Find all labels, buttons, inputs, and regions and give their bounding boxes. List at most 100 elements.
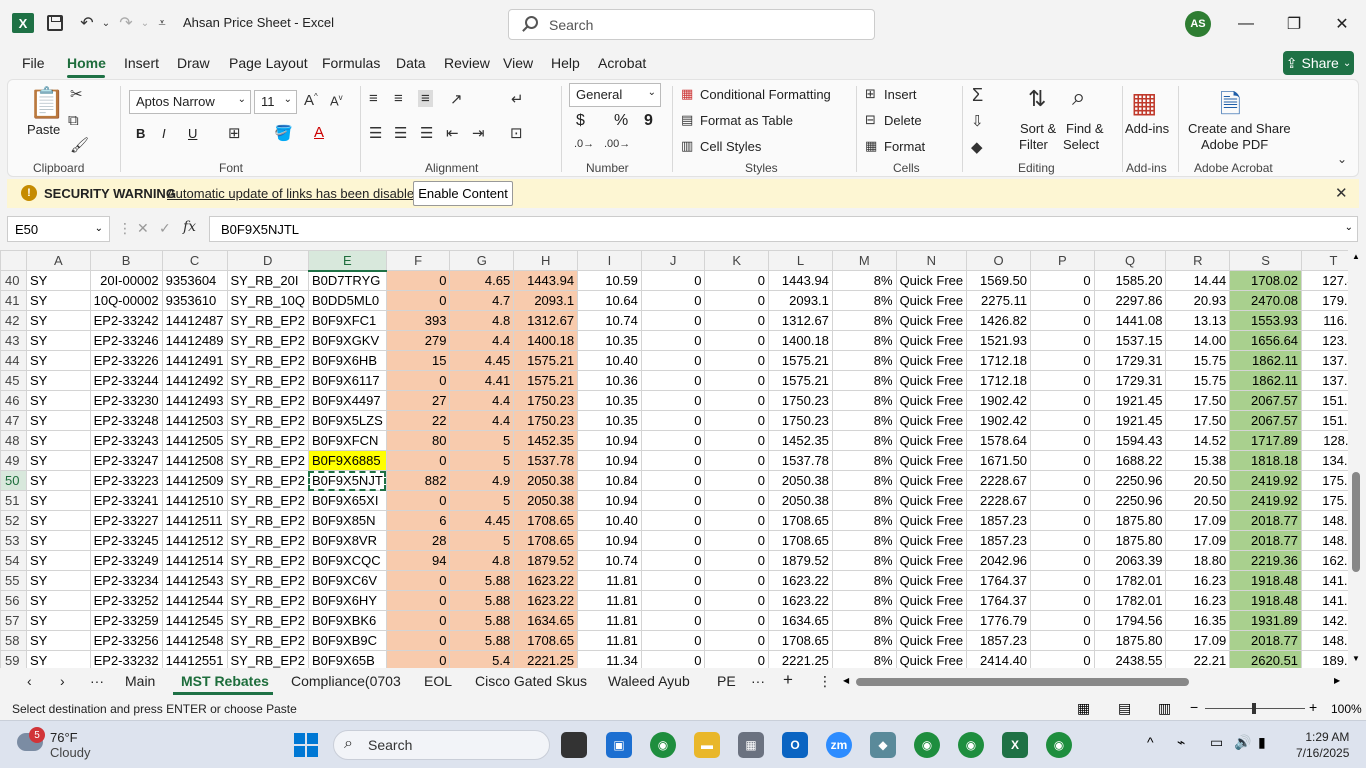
grid-cell[interactable]: EP2-33232 [89,650,163,668]
grid-cell[interactable]: 0 [704,650,769,668]
grid-cell[interactable]: 8% [831,530,897,551]
column-header[interactable]: I [577,250,642,271]
show-hidden-icons[interactable]: ^ [1147,734,1154,750]
column-header[interactable]: F [385,250,451,271]
grid-cell[interactable]: 1671.50 [966,450,1032,471]
grid-cell[interactable]: 1902.42 [966,390,1032,411]
column-header[interactable]: S [1229,250,1303,271]
row-header[interactable]: 41 [0,290,27,311]
grid-cell[interactable]: SY_RB_EP2 [226,510,309,531]
grid-cell[interactable]: 18.80 [1165,550,1231,571]
grid-cell[interactable]: 17.50 [1165,390,1231,411]
system-clock[interactable]: 1:29 AM 7/16/2025 [1296,729,1349,761]
menu-acrobat[interactable]: Acrobat [598,55,646,71]
grid-cell[interactable]: 1862.11 [1229,350,1303,371]
grid-cell[interactable]: 1764.37 [966,570,1032,591]
grid-cell[interactable]: SY [25,570,91,591]
grid-cell[interactable]: 8% [831,310,897,331]
grid-cell[interactable]: 0 [640,350,706,371]
row-header[interactable]: 52 [0,510,27,531]
grid-cell[interactable]: 8% [831,590,897,611]
zoom-app-icon[interactable]: zm [826,732,852,758]
grid-cell[interactable]: 0 [1030,490,1095,511]
font-color-icon[interactable]: A [314,124,324,141]
grid-cell[interactable]: Quick Free [895,290,968,311]
grid-cell[interactable]: 0 [1030,430,1095,451]
grid-cell[interactable]: SY [25,510,91,531]
grid-cell[interactable]: 0 [704,370,769,391]
grid-cell[interactable]: 0 [385,490,451,511]
column-header[interactable]: M [831,250,897,271]
grid-cell[interactable]: 10.94 [577,530,642,551]
grid-cell[interactable]: SY [25,650,91,668]
grid-cell[interactable]: 0 [385,270,451,291]
clear-icon[interactable]: ◆ [971,138,983,156]
grid-cell[interactable]: Quick Free [895,530,968,551]
taskbar-search[interactable]: ⌕ Search [333,730,550,760]
more-tabs-icon[interactable]: ··· [751,673,765,689]
weather-widget[interactable]: 76°F Cloudy [50,730,90,760]
grid-cell[interactable]: 20.93 [1165,290,1231,311]
grid-cell[interactable]: 1708.65 [513,530,579,551]
menu-formulas[interactable]: Formulas [322,55,380,71]
row-header[interactable]: 56 [0,590,27,611]
grid-cell[interactable]: 0 [704,330,769,351]
grid-cell[interactable]: 0 [1030,650,1095,668]
percent-button[interactable]: % [614,112,628,130]
grid-cell[interactable]: Quick Free [895,430,968,451]
grid-cell[interactable]: 1708.65 [513,510,579,531]
grid-cell[interactable]: 1921.45 [1093,410,1167,431]
grid-cell[interactable]: 2063.39 [1093,550,1167,571]
search-input[interactable]: Search [508,9,875,40]
grid-cell[interactable]: 14412512 [161,530,228,551]
grid-cell[interactable]: SY_RB_10Q [226,290,309,311]
grid-cell[interactable]: 0 [640,290,706,311]
zoom-out-icon[interactable]: − [1190,699,1198,715]
grid-cell[interactable]: 0 [1030,510,1095,531]
grid-cell[interactable]: 8% [831,450,897,471]
row-header[interactable]: 53 [0,530,27,551]
grid-cell[interactable]: Quick Free [895,490,968,511]
share-button[interactable]: ⇪ Share ⌄ [1283,51,1354,75]
grid-cell[interactable]: 5 [449,450,515,471]
collapse-ribbon-icon[interactable]: ⌄ [1337,152,1347,166]
grid-cell[interactable]: 4.9 [449,470,515,491]
grid-cell[interactable]: 1708.65 [768,510,833,531]
grid-cell[interactable]: 1921.45 [1093,390,1167,411]
grid-cell[interactable]: B0F9XFCN [307,430,387,451]
grid-cell[interactable]: 1441.08 [1093,310,1167,331]
grid-cell[interactable]: SY_RB_EP2 [226,550,309,571]
grid-cell[interactable]: 14412505 [161,430,228,451]
grid-cell[interactable]: 1931.89 [1229,610,1303,631]
grid-cell[interactable]: 14412543 [161,570,228,591]
grid-cell[interactable]: 20.50 [1165,470,1231,491]
grid-cell[interactable]: EP2-33249 [89,550,163,571]
grid-cell[interactable]: 1875.80 [1093,530,1167,551]
grid-cell[interactable]: 14412487 [161,310,228,331]
grid-cell[interactable]: B0F9XC6V [307,570,387,591]
grid-cell[interactable]: 1818.18 [1229,450,1303,471]
menu-file[interactable]: File [22,55,45,71]
grid-cell[interactable]: SY [25,450,91,471]
grid-cell[interactable]: SY_RB_EP2 [226,470,309,491]
copy-icon[interactable]: ⧉ [68,112,79,129]
grid-cell[interactable]: 14412493 [161,390,228,411]
menu-insert[interactable]: Insert [124,55,159,71]
grid-cell[interactable]: 10.59 [577,270,642,291]
increase-indent-icon[interactable]: ⇥ [472,124,485,142]
middle-align-icon[interactable]: ≡ [394,90,403,107]
grid-cell[interactable]: 13.13 [1165,310,1231,331]
insert-function-button[interactable]: fx [183,219,196,235]
grid-cell[interactable]: SY [25,310,91,331]
grid-cell[interactable]: 2228.67 [966,470,1032,491]
calculator-icon[interactable]: ▦ [738,732,764,758]
grid-cell[interactable]: 8% [831,370,897,391]
prev-sheet-icon[interactable]: ‹ [27,673,32,689]
grid-cell[interactable]: 10.40 [577,350,642,371]
menu-review[interactable]: Review [444,55,490,71]
grid-cell[interactable]: SY [25,550,91,571]
grid-cell[interactable]: 1712.18 [966,350,1032,371]
grid-cell[interactable]: 1312.67 [768,310,833,331]
grid-cell[interactable]: EP2-33244 [89,370,163,391]
grid-cell[interactable]: 1594.43 [1093,430,1167,451]
